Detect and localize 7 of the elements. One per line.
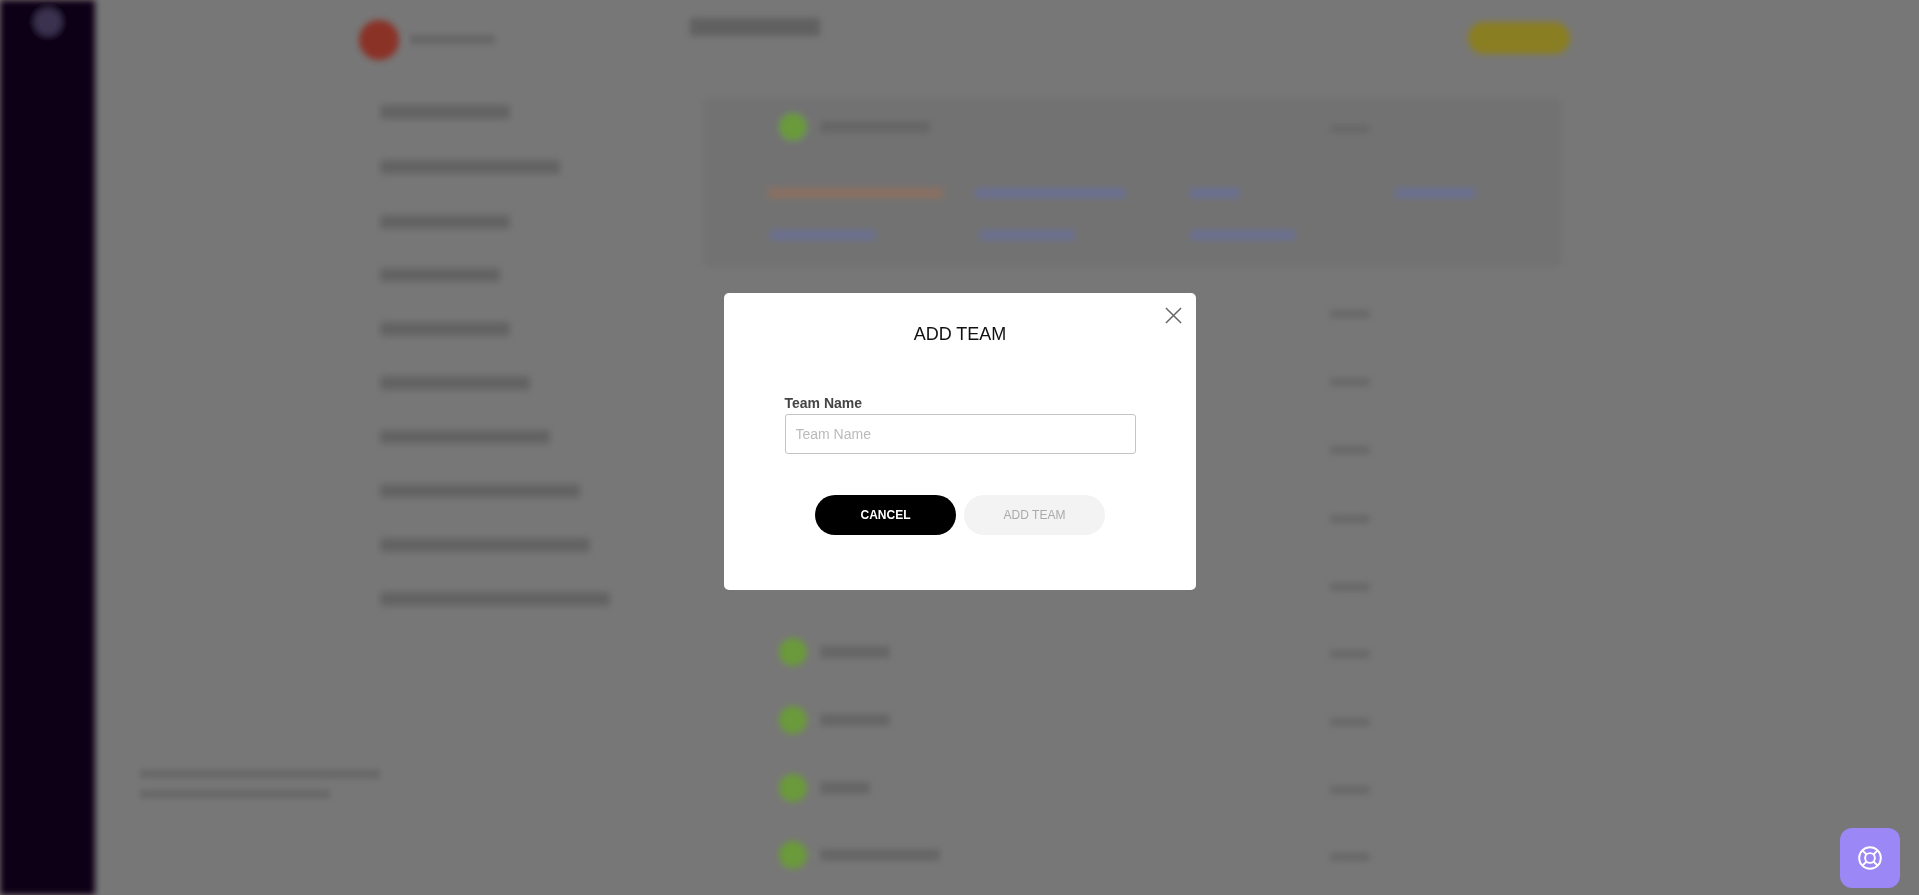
close-icon[interactable] [1165, 307, 1182, 324]
help-button[interactable] [1840, 828, 1900, 888]
cancel-button[interactable]: CANCEL [815, 495, 956, 535]
lifebuoy-icon [1857, 845, 1883, 871]
team-name-field[interactable]: Team Name [784, 414, 1136, 454]
dialog-title: ADD TEAM [913, 323, 1007, 345]
field-label: Team Name [784, 395, 864, 411]
